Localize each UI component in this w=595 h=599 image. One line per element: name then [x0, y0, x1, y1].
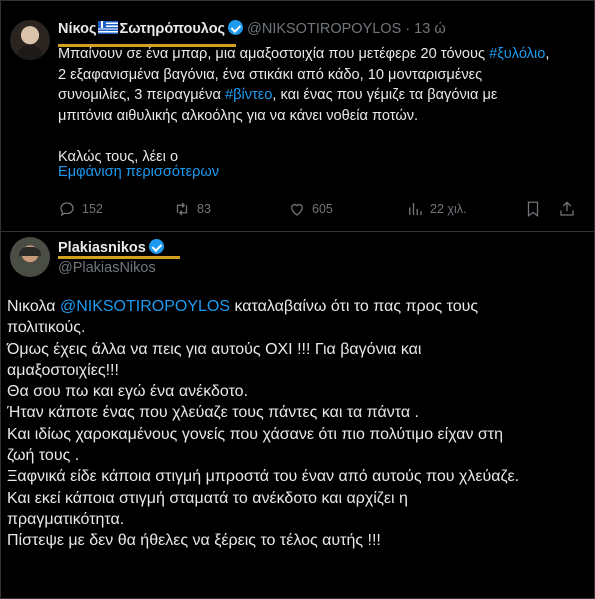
reply-text: Νικολα @NIKSOTIROPOYLOS καταλαβαίνω ότι … — [7, 296, 587, 552]
text-segment: Νικολα — [7, 298, 60, 315]
share-icon — [560, 201, 574, 216]
text-segment: Ήταν κάποτε ένας που χλεύαζε τους πάντες… — [7, 404, 419, 422]
reply-line: Ξαφνικά είδε κάποια στιγμή μπροστά του έ… — [7, 466, 587, 487]
timestamp[interactable]: 13 ώ — [414, 21, 445, 37]
text-segment: Ξαφνικά είδε κάποια στιγμή μπροστά του έ… — [7, 468, 520, 486]
tweet-line: 2 εξαφανισμένα βαγόνια, ένα στικάκι από … — [58, 65, 583, 86]
repost-icon — [176, 202, 188, 216]
reply-line: Νικολα @NIKSOTIROPOYLOS καταλαβαίνω ότι … — [7, 296, 587, 317]
reply-line: ζωή τους . — [7, 445, 587, 466]
repost-button[interactable]: 83 — [173, 200, 211, 218]
author-handle[interactable]: @PlakiasNikos — [58, 260, 156, 276]
text-segment: Θα σου πω και εγώ ένα ανέκδοτο. — [7, 383, 249, 401]
reply-line: Και εκεί κάποια στιγμή σταματά το ανέκδο… — [7, 488, 587, 509]
verified-badge-icon — [148, 239, 164, 254]
highlight-underline — [58, 256, 180, 259]
reply-icon — [60, 202, 74, 217]
text-segment: Και εκεί κάποια στιγμή σταματά το ανέκδο… — [7, 489, 408, 507]
analytics-icon — [409, 203, 422, 215]
text-segment: ζωή τους . — [7, 447, 80, 465]
views-button[interactable]: 22 χιλ. — [406, 200, 466, 218]
hashtag-link[interactable]: #βίντεο — [225, 87, 272, 103]
reply-line: Θα σου πω και εγώ ένα ανέκδοτο. — [7, 381, 587, 402]
reply-button[interactable]: 152 — [58, 200, 103, 218]
view-count: 22 χιλ. — [430, 202, 467, 216]
tweet-actions: 152 83 605 22 χιλ. — [58, 200, 578, 218]
text-segment: Όμως έχεις άλλα να πεις για αυτούς ΟΧΙ !… — [7, 340, 422, 358]
text-segment: πολιτικούς. — [7, 319, 86, 337]
separator-dot: · — [405, 21, 411, 37]
tweet-header: Νίκος Σωτηρόπουλος @NIKSOTIROPOYLOS · 13 … — [58, 20, 446, 37]
mention-link[interactable]: @NIKSOTIROPOYLOS — [60, 298, 230, 315]
tweet-line: συνομιλίες, 3 πειραγμένα #βίντεο, και έν… — [58, 85, 583, 106]
greek-flag-icon — [97, 21, 118, 34]
reply-line: πραγματικότητα. — [7, 509, 587, 530]
like-button[interactable]: 605 — [288, 200, 333, 218]
bookmark-icon — [527, 201, 539, 218]
like-count: 605 — [312, 202, 333, 216]
author-name[interactable]: Plakiasnikos — [58, 239, 164, 256]
text-segment: Μπαίνουν σε ένα μπαρ, μια αμαξοστοιχία π… — [58, 46, 490, 62]
verified-badge-icon — [228, 20, 244, 35]
reply-line: Ήταν κάποτε ένας που χλεύαζε τους πάντες… — [7, 402, 587, 423]
repost-count: 83 — [197, 202, 211, 216]
text-segment: μπιτόνια αιθυλικής αλκοόλης για να κάνει… — [58, 107, 419, 124]
text-segment: Πίστεψε με δεν θα ήθελες να ξέρεις το τέ… — [7, 532, 381, 550]
divider — [0, 231, 595, 232]
text-segment: συνομιλίες, 3 πειραγμένα — [58, 87, 225, 103]
text-segment: Και ιδίως χαροκαμένους γονείς που χάσανε… — [7, 425, 503, 443]
reply-line: Πίστεψε με δεν θα ήθελες να ξέρεις το τέ… — [7, 530, 587, 551]
tweet-text: Μπαίνουν σε ένα μπαρ, μια αμαξοστοιχία π… — [58, 44, 583, 126]
reply-line: Όμως έχεις άλλα να πεις για αυτούς ΟΧΙ !… — [7, 339, 587, 360]
text-segment: καταλαβαίνω ότι το πας προς τους — [230, 298, 479, 315]
tweet-line: μπιτόνια αιθυλικής αλκοόλης για να κάνει… — [58, 106, 583, 127]
reply-line: αμαξοστοιχίες!!! — [7, 360, 587, 381]
show-more-link[interactable]: Εμφάνιση περισσότερων — [58, 164, 219, 180]
reply-line: πολιτικούς. — [7, 317, 587, 338]
author-handle[interactable]: @NIKSOTIROPOYLOS — [247, 21, 401, 37]
bookmark-button[interactable] — [524, 200, 542, 218]
hashtag-link[interactable]: #ξυλόλιο — [489, 46, 545, 62]
text-segment: αμαξοστοιχίες!!! — [7, 361, 119, 379]
text-segment: πραγματικότητα. — [7, 510, 125, 528]
tweet-line: Μπαίνουν σε ένα μπαρ, μια αμαξοστοιχία π… — [58, 44, 583, 65]
text-segment: , και ένας που γέμιζε τα βαγόνια με — [272, 87, 498, 103]
text-segment: 2 εξαφανισμένα βαγόνια, ένα στικάκι από … — [58, 66, 483, 83]
author-name[interactable]: Νίκος Σωτηρόπουλος — [58, 21, 225, 37]
avatar[interactable] — [10, 20, 50, 60]
reply-count: 152 — [82, 202, 103, 216]
share-button[interactable] — [558, 200, 576, 218]
text-segment: , — [545, 46, 550, 62]
avatar[interactable] — [10, 237, 50, 277]
reply-line: Και ιδίως χαροκαμένους γονείς που χάσανε… — [7, 424, 587, 445]
heart-icon — [291, 203, 303, 216]
